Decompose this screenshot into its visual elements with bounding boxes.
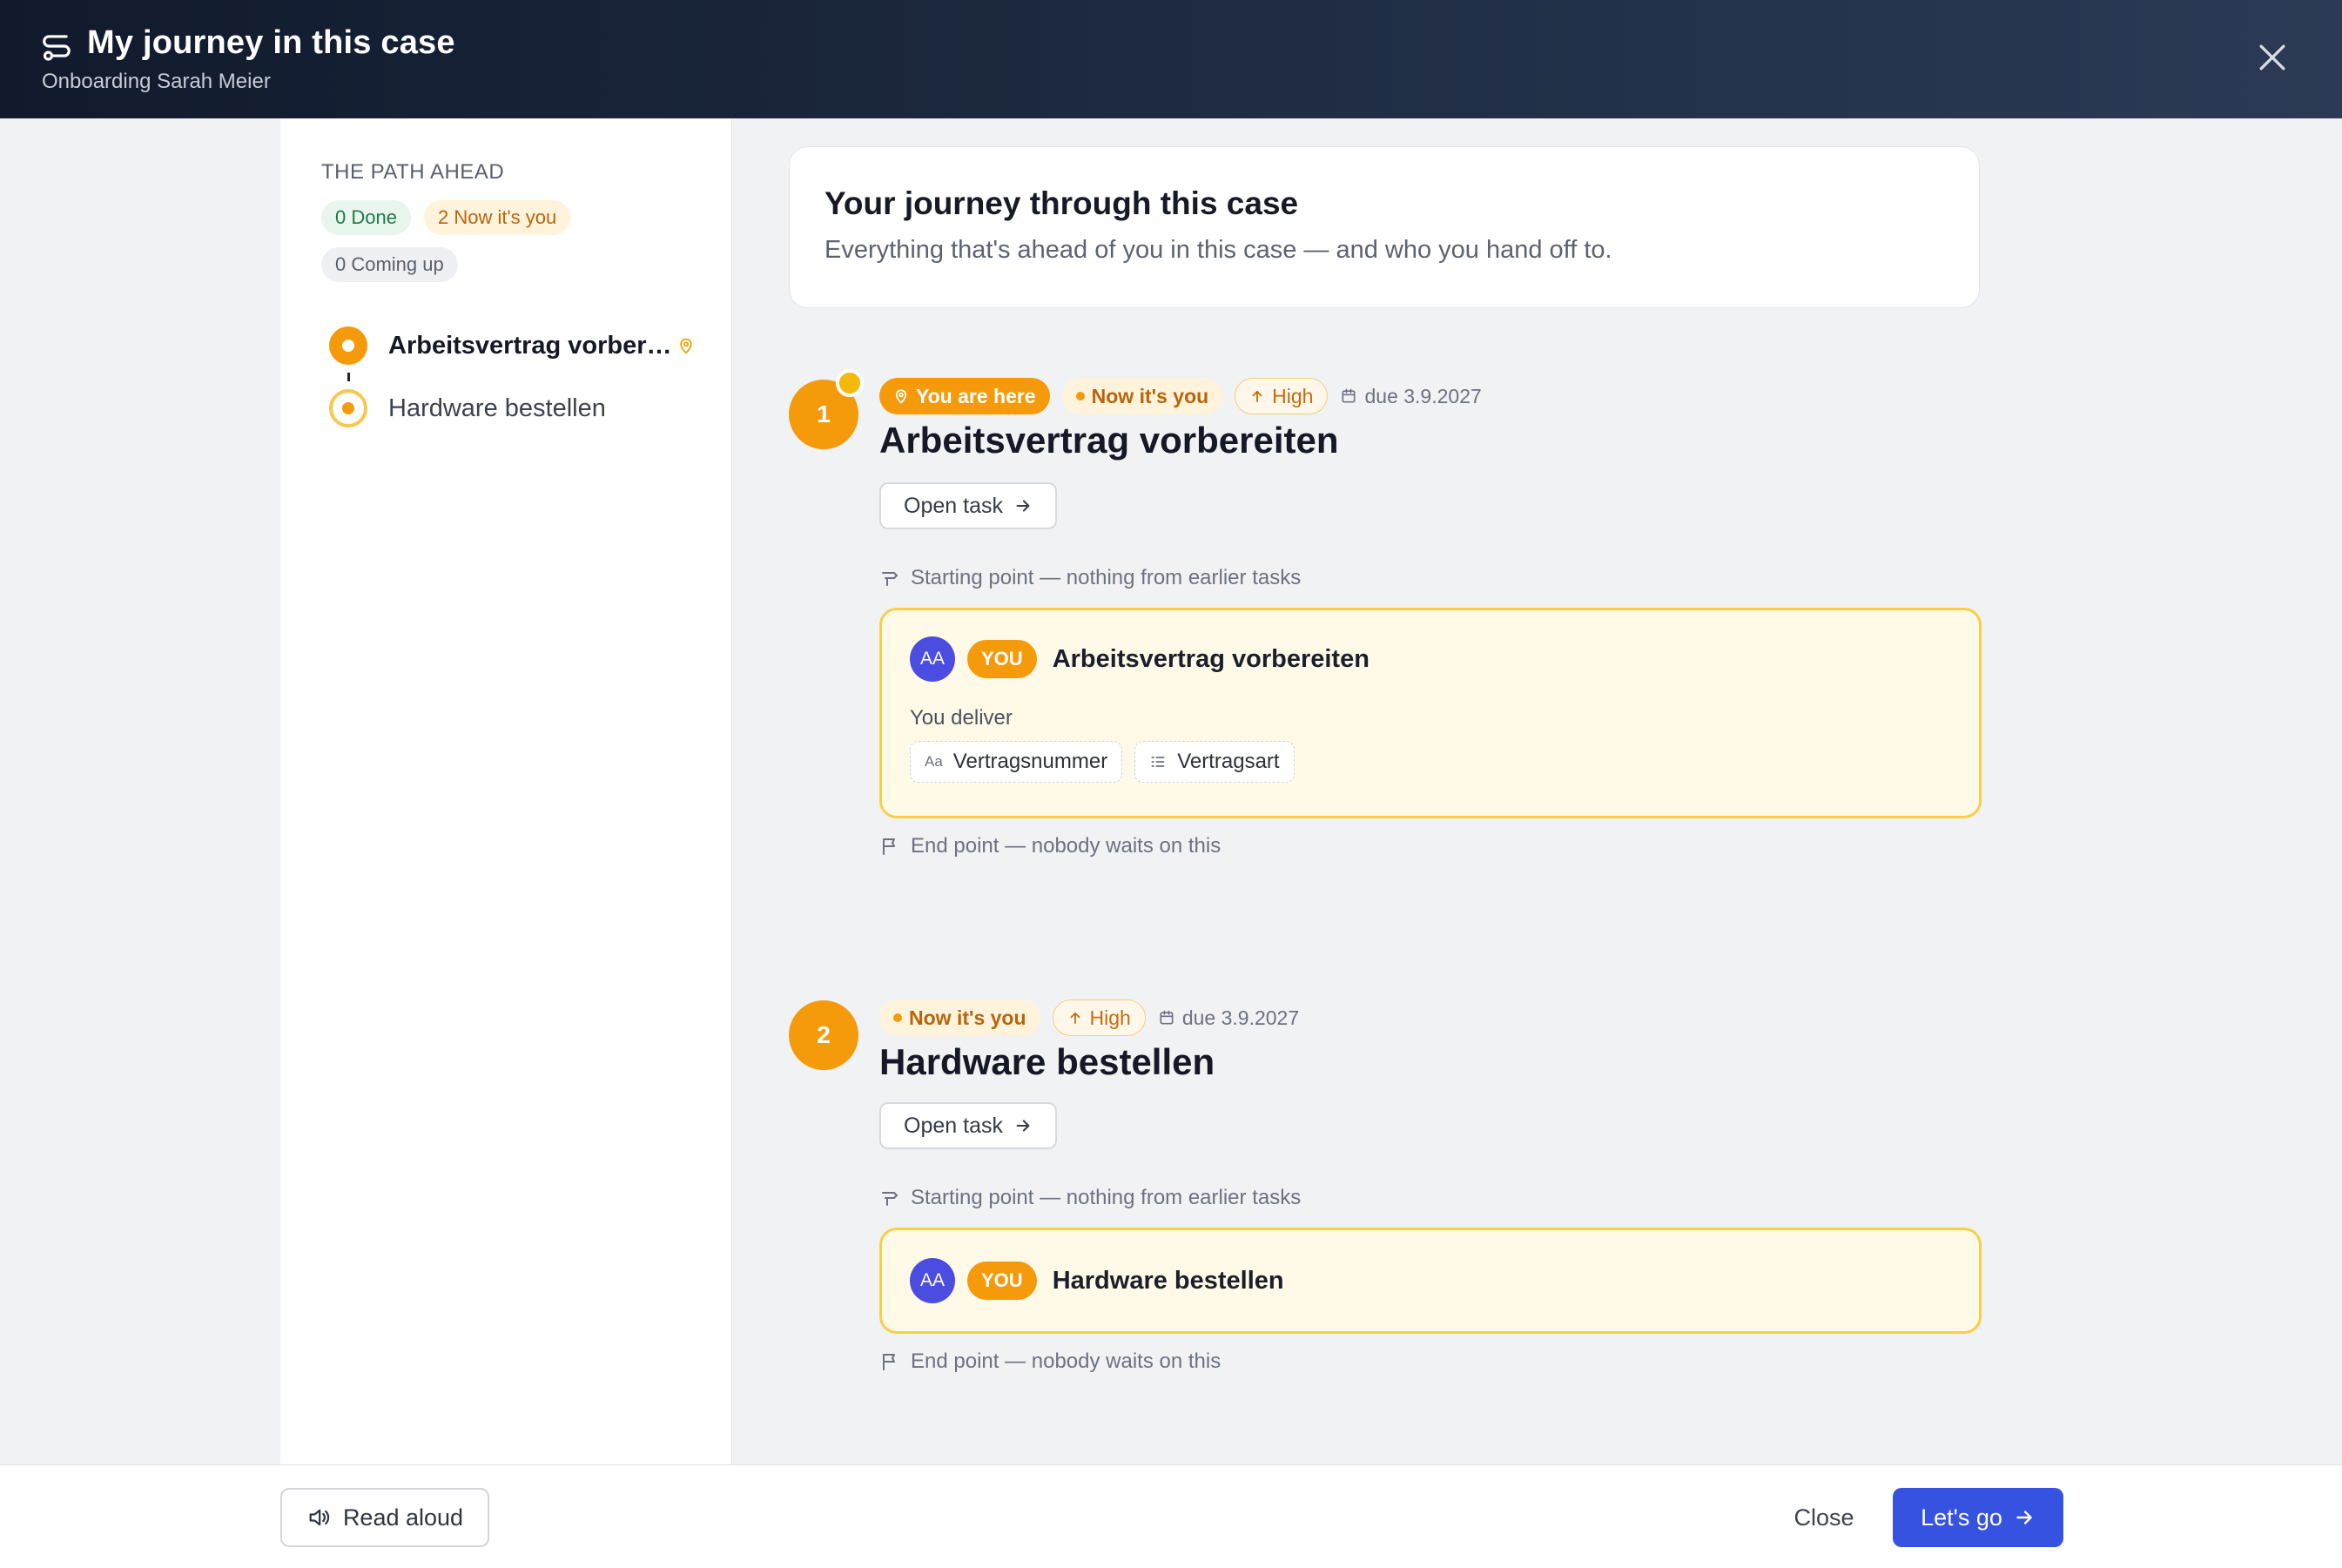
intro-text: Everything that's ahead of you in this c… — [824, 236, 1612, 264]
step-connector — [347, 373, 350, 381]
task-1-title: Arbeitsvertrag vorbereiten — [879, 420, 1339, 461]
open-task-label: Open task — [904, 1113, 1003, 1138]
open-task-button[interactable]: Open task — [879, 482, 1057, 529]
journey-main: Your journey through this case Everythin… — [731, 118, 2342, 1464]
location-pin-icon — [677, 336, 695, 355]
calendar-icon — [1160, 1010, 1174, 1025]
dialog-footer: Read aloud Close Let's go — [0, 1464, 2342, 1568]
you-badge: YOU — [967, 640, 1037, 678]
header: My journey in this case Onboarding Sarah… — [0, 0, 2342, 118]
task-2-card: AA YOU Hardware bestellen — [879, 1228, 1982, 1334]
now-count-chip: 2 Now it's you — [424, 200, 571, 235]
avatar: AA — [910, 636, 955, 682]
speaker-icon — [309, 1509, 330, 1526]
upcoming-step-dot — [329, 389, 367, 427]
arrow-right-icon — [1016, 500, 1030, 512]
notification-dot — [836, 369, 864, 397]
starting-point-note: Starting point — nothing from earlier ta… — [879, 1186, 1301, 1210]
read-aloud-label: Read aloud — [342, 1504, 464, 1531]
you-are-here-badge: You are here — [879, 378, 1050, 414]
step-number-text: 1 — [817, 400, 831, 427]
task-2-badges: Now it's you High due 3.9.2027 — [879, 999, 1299, 1036]
flag-icon — [883, 1354, 895, 1370]
end-point-text: End point — nobody waits on this — [911, 1349, 1221, 1373]
field-label: Vertragsnummer — [952, 750, 1108, 773]
coming-count-chip: 0 Coming up — [321, 247, 458, 282]
dialog-subtitle: Onboarding Sarah Meier — [42, 70, 271, 93]
card-title: Hardware bestellen — [1052, 1266, 1284, 1295]
text-field-icon: Aa — [925, 753, 943, 770]
due-date: due 3.9.2027 — [1340, 384, 1482, 408]
open-task-label: Open task — [904, 493, 1003, 518]
deliverable-fields: Aa Vertragsnummer Vertragsart — [910, 741, 1295, 783]
lets-go-button[interactable]: Let's go — [1893, 1488, 2063, 1547]
route-icon — [40, 30, 73, 63]
card-title: Arbeitsvertrag vorbereiten — [1052, 644, 1370, 673]
path-sidebar: THE PATH AHEAD 0 Done 2 Now it's you 0 C… — [280, 118, 732, 1464]
current-step-dot — [329, 326, 367, 365]
arrow-right-icon — [2016, 1511, 2032, 1524]
status-badge-label: Now it's you — [909, 1006, 1026, 1029]
sidebar-step-label: Hardware bestellen — [388, 394, 606, 422]
end-point-note: End point — nobody waits on this — [879, 834, 1221, 858]
starting-point-text: Starting point — nothing from earlier ta… — [911, 1186, 1302, 1209]
close-icon[interactable] — [2253, 38, 2292, 77]
due-date: due 3.9.2027 — [1158, 1006, 1299, 1030]
list-field-icon — [1151, 757, 1165, 767]
sidebar-step-2[interactable]: Hardware bestellen — [329, 387, 606, 430]
dialog-title: My journey in this case — [87, 24, 455, 61]
end-point-note: End point — nobody waits on this — [879, 1349, 1221, 1374]
read-aloud-button[interactable]: Read aloud — [280, 1488, 489, 1547]
you-deliver-label: You deliver — [910, 706, 1013, 730]
priority-label: High — [1089, 1006, 1131, 1029]
arrow-up-icon — [1252, 390, 1262, 402]
due-date-text: due 3.9.2027 — [1181, 1006, 1300, 1029]
calendar-icon — [1342, 388, 1356, 403]
starting-point-note: Starting point — nothing from earlier ta… — [879, 566, 1301, 590]
sidebar-step-1[interactable]: Arbeitsvertrag vorber… — [329, 324, 695, 367]
end-point-text: End point — nobody waits on this — [911, 834, 1221, 858]
field-chip-vertragsart: Vertragsart — [1134, 741, 1295, 783]
lets-go-label: Let's go — [1921, 1504, 2002, 1531]
flag-icon — [883, 838, 895, 855]
card-header: AA YOU Arbeitsvertrag vorbereiten — [910, 636, 1370, 682]
here-badge-label: You are here — [916, 384, 1036, 407]
intro-card: Your journey through this case Everythin… — [789, 146, 1980, 308]
signpost-icon — [882, 1192, 898, 1206]
done-count-chip: 0 Done — [321, 200, 411, 235]
avatar: AA — [910, 1258, 955, 1303]
priority-badge: High — [1052, 999, 1146, 1036]
due-date-text: due 3.9.2027 — [1364, 384, 1482, 407]
field-chip-vertragsnummer: Aa Vertragsnummer — [910, 741, 1123, 783]
arrow-up-icon — [1070, 1012, 1080, 1024]
now-its-you-badge: Now it's you — [1061, 378, 1223, 414]
intro-title: Your journey through this case — [824, 185, 1299, 221]
sidebar-step-label: Arbeitsvertrag vorber… — [388, 331, 672, 360]
starting-point-text: Starting point — nothing from earlier ta… — [911, 566, 1302, 589]
path-heading: THE PATH AHEAD — [321, 160, 505, 184]
step-number-1: 1 — [789, 369, 864, 449]
signpost-icon — [882, 572, 898, 586]
close-button[interactable]: Close — [1776, 1488, 1872, 1547]
open-task-button[interactable]: Open task — [879, 1102, 1057, 1149]
status-dot — [1075, 392, 1085, 400]
task-1-badges: You are here Now it's you High due 3.9.2… — [879, 378, 1482, 414]
step-number-2: 2 — [789, 1000, 858, 1070]
priority-label: High — [1272, 384, 1314, 407]
status-badge-label: Now it's you — [1091, 384, 1209, 407]
task-1-card: AA YOU Arbeitsvertrag vorbereiten You de… — [879, 608, 1982, 818]
priority-badge: High — [1235, 378, 1329, 414]
status-dot — [893, 1013, 902, 1022]
you-badge: YOU — [967, 1262, 1037, 1300]
location-pin-icon — [895, 389, 907, 404]
card-header: AA YOU Hardware bestellen — [910, 1258, 1284, 1303]
step-number-text: 2 — [817, 1021, 831, 1048]
task-2-title: Hardware bestellen — [879, 1041, 1215, 1082]
field-label: Vertragsart — [1177, 750, 1280, 773]
now-its-you-badge: Now it's you — [879, 999, 1040, 1036]
arrow-right-icon — [1016, 1120, 1030, 1132]
